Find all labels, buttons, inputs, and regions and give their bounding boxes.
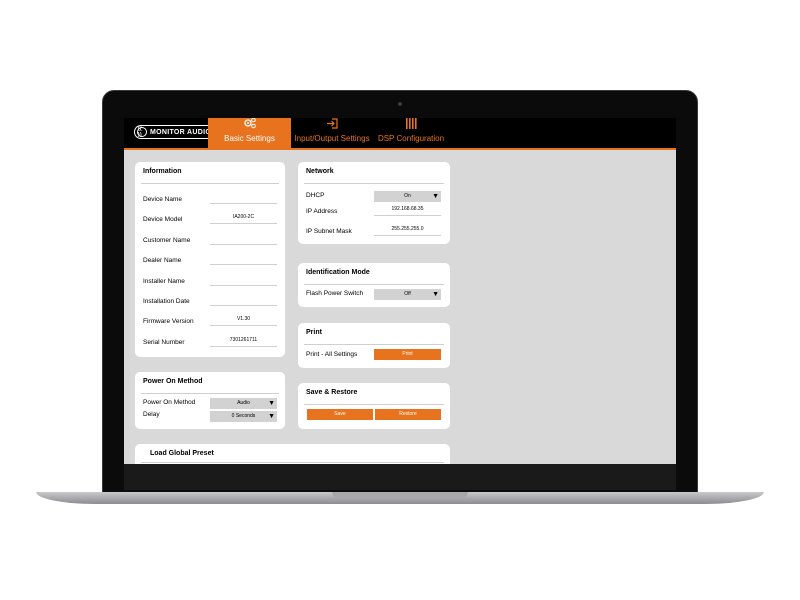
ip-subnet-mask-field[interactable]: 255.255.255.0 xyxy=(374,224,441,236)
installation-date-label: Installation Date xyxy=(143,298,190,305)
panel-divider xyxy=(304,344,444,345)
panel-divider xyxy=(304,404,444,405)
ip-address-field[interactable]: 192.168.68.35 xyxy=(374,204,441,216)
laptop-bottom-bezel xyxy=(124,464,676,490)
app-header: (( )) MONITOR AUDIO Basic Settings Input… xyxy=(124,118,676,148)
panel-divider xyxy=(141,462,444,463)
panel-divider xyxy=(141,393,279,394)
tab-dsp-configuration[interactable]: DSP Configuration xyxy=(376,118,446,148)
tab-input-output-settings[interactable]: Input/Output Settings xyxy=(292,118,372,148)
device-name-label: Device Name xyxy=(143,196,183,203)
serial-number-label: Serial Number xyxy=(143,339,185,346)
login-icon xyxy=(326,118,338,132)
power-on-title: Power On Method xyxy=(143,378,203,385)
dhcp-select[interactable]: On ▼ xyxy=(374,191,441,202)
load-global-preset-title: Load Global Preset xyxy=(150,450,214,457)
delay-select[interactable]: 0 Seconds ▼ xyxy=(210,411,277,422)
dropdown-caret-icon: ▼ xyxy=(432,193,439,200)
identification-panel: Identification Mode Flash Power Switch O… xyxy=(298,263,450,307)
customer-name-field[interactable] xyxy=(210,233,277,245)
ip-subnet-mask-label: IP Subnet Mask xyxy=(306,228,352,235)
tab-basic-settings-label: Basic Settings xyxy=(224,134,275,143)
dhcp-label: DHCP xyxy=(306,192,325,199)
restore-button[interactable]: Restore xyxy=(375,409,441,420)
information-title: Information xyxy=(143,168,182,175)
delay-label: Delay xyxy=(143,411,160,418)
installer-name-label: Installer Name xyxy=(143,278,185,285)
dhcp-value: On xyxy=(404,193,411,199)
print-title: Print xyxy=(306,329,322,336)
print-panel: Print Print - All Settings Print xyxy=(298,323,450,368)
save-button[interactable]: Save xyxy=(307,409,373,420)
brand-logo-mark: (( )) xyxy=(137,126,147,138)
firmware-version-label: Firmware Version xyxy=(143,318,194,325)
tab-input-output-label: Input/Output Settings xyxy=(294,134,370,143)
device-model-label: Device Model xyxy=(143,216,183,223)
print-button[interactable]: Print xyxy=(374,349,441,360)
information-panel: Information Device Name Device Model IA2… xyxy=(135,162,285,357)
basic-settings-content: Information Device Name Device Model IA2… xyxy=(124,150,676,464)
gear-icon xyxy=(243,118,257,132)
tab-dsp-label: DSP Configuration xyxy=(377,134,445,143)
power-on-method-label: Power On Method xyxy=(143,399,196,406)
delay-value: 0 Seconds xyxy=(231,413,256,419)
device-model-field[interactable]: IA200-2C xyxy=(210,212,277,224)
installation-date-field[interactable] xyxy=(210,294,277,306)
save-restore-title: Save & Restore xyxy=(306,389,358,396)
dealer-name-field[interactable] xyxy=(210,253,277,265)
serial-number-field: 7301261711 xyxy=(210,335,277,347)
dropdown-caret-icon: ▼ xyxy=(268,400,275,407)
brand-logo-text: MONITOR AUDIO xyxy=(150,128,212,136)
device-name-field[interactable] xyxy=(210,192,277,204)
customer-name-label: Customer Name xyxy=(143,237,191,244)
flash-power-switch-label: Flash Power Switch xyxy=(306,290,364,297)
laptop-base-notch xyxy=(332,492,468,498)
laptop-mockup: (( )) MONITOR AUDIO Basic Settings Input… xyxy=(0,0,800,600)
power-on-panel: Power On Method Power On Method Audio ▼ … xyxy=(135,372,285,429)
camera-dot xyxy=(398,102,402,106)
dropdown-caret-icon: ▼ xyxy=(432,291,439,298)
network-panel: Network DHCP On ▼ IP Address 192.168.68.… xyxy=(298,162,450,244)
firmware-version-field: V1.30 xyxy=(210,314,277,326)
app-screen: (( )) MONITOR AUDIO Basic Settings Input… xyxy=(124,118,676,464)
flash-power-switch-select[interactable]: Off ▼ xyxy=(374,289,441,300)
panel-divider xyxy=(141,183,279,184)
equalizer-icon xyxy=(405,118,417,132)
tab-basic-settings[interactable]: Basic Settings xyxy=(208,118,291,148)
panel-divider xyxy=(304,183,444,184)
dealer-name-label: Dealer Name xyxy=(143,257,182,264)
brand-logo: (( )) MONITOR AUDIO xyxy=(134,125,218,139)
power-on-method-select[interactable]: Audio ▼ xyxy=(210,398,277,409)
ip-address-label: IP Address xyxy=(306,208,338,215)
installer-name-field[interactable] xyxy=(210,274,277,286)
dropdown-caret-icon: ▼ xyxy=(268,413,275,420)
print-all-settings-label: Print - All Settings xyxy=(306,351,358,358)
load-global-preset-panel: Load Global Preset xyxy=(135,444,450,464)
power-on-method-value: Audio xyxy=(237,400,250,406)
network-title: Network xyxy=(306,168,334,175)
save-restore-panel: Save & Restore Save Restore xyxy=(298,383,450,429)
identification-title: Identification Mode xyxy=(306,269,370,276)
flash-power-switch-value: Off xyxy=(404,291,411,297)
panel-divider xyxy=(304,284,444,285)
